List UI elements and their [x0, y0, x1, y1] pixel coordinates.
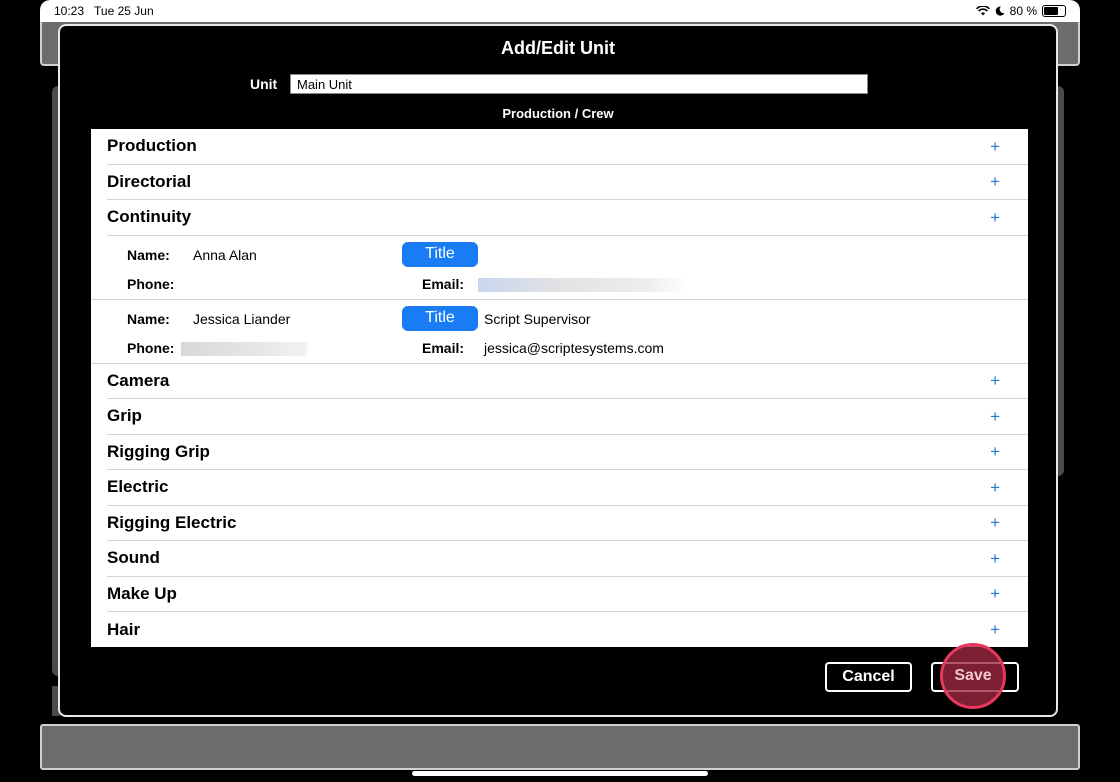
battery-icon: [1042, 5, 1066, 17]
member-name[interactable]: Anna Alan: [193, 247, 257, 263]
save-button-tap-indicator[interactable]: Save: [940, 643, 1006, 709]
cancel-button[interactable]: Cancel: [825, 662, 912, 692]
add-icon[interactable]: +: [990, 550, 1000, 567]
moon-icon: [995, 6, 1005, 16]
add-icon[interactable]: +: [990, 209, 1000, 226]
status-time: 10:23 Tue 25 Jun: [54, 4, 154, 18]
add-icon[interactable]: +: [990, 621, 1000, 638]
add-icon[interactable]: +: [990, 443, 1000, 460]
wifi-icon: [975, 6, 990, 16]
unit-label: Unit: [250, 76, 278, 92]
department-label: Continuity: [107, 207, 192, 227]
department-row-electric[interactable]: Electric +: [107, 470, 1028, 506]
department-row-rigging-electric[interactable]: Rigging Electric +: [107, 506, 1028, 541]
department-row-continuity[interactable]: Continuity +: [107, 200, 1028, 236]
unit-name-input[interactable]: [290, 74, 868, 94]
department-label: Production: [107, 136, 197, 156]
crew-member-row[interactable]: Name: Jessica Liander Title Script Super…: [91, 300, 1028, 364]
phone-label: Phone:: [127, 339, 175, 356]
battery-level: [1044, 7, 1059, 15]
name-label: Name:: [127, 310, 170, 327]
add-icon[interactable]: +: [990, 408, 1000, 425]
email-label: Email:: [422, 275, 465, 292]
add-icon[interactable]: +: [990, 173, 1000, 190]
department-row-camera[interactable]: Camera +: [107, 364, 1028, 399]
department-row-make-up[interactable]: Make Up +: [107, 577, 1028, 612]
add-icon[interactable]: +: [990, 585, 1000, 602]
department-label: Electric: [107, 477, 169, 497]
redacted-email: [478, 277, 688, 292]
email-label: Email:: [422, 339, 465, 356]
add-icon[interactable]: +: [990, 138, 1000, 155]
status-indicators: 80 %: [975, 4, 1066, 18]
title-button[interactable]: Title: [402, 305, 478, 331]
member-name[interactable]: Jessica Liander: [193, 311, 290, 327]
name-label: Name:: [127, 246, 170, 263]
department-label: Sound: [107, 548, 160, 568]
department-label: Rigging Electric: [107, 512, 237, 532]
background-bottom-bar: [40, 724, 1080, 770]
department-list: Production + Directorial + Continuity + …: [91, 129, 1028, 647]
department-row-rigging-grip[interactable]: Rigging Grip +: [107, 435, 1028, 470]
department-label: Hair: [107, 619, 141, 639]
department-row-grip[interactable]: Grip +: [107, 399, 1028, 435]
department-label: Grip: [107, 406, 142, 426]
add-icon[interactable]: +: [990, 479, 1000, 496]
redacted-phone: [181, 341, 307, 356]
section-heading: Production / Crew: [502, 106, 614, 121]
department-row-hair[interactable]: Hair +: [107, 612, 1028, 647]
background-panel-edge-right: [1058, 86, 1064, 476]
department-row-sound[interactable]: Sound +: [107, 541, 1028, 577]
dialog-title: Add/Edit Unit: [501, 38, 615, 58]
department-label: Directorial: [107, 171, 192, 191]
department-label: Make Up: [107, 583, 177, 603]
home-indicator[interactable]: [412, 771, 708, 776]
department-label: Rigging Grip: [107, 441, 210, 461]
battery-percent: 80 %: [1009, 4, 1037, 18]
add-icon[interactable]: +: [990, 372, 1000, 389]
member-title[interactable]: Script Supervisor: [484, 311, 591, 327]
add-edit-unit-dialog: Add/Edit Unit Unit Production / Crew Pro…: [58, 24, 1058, 717]
department-label: Camera: [107, 370, 170, 390]
crew-member-row[interactable]: Name: Anna Alan Title Phone: Email:: [91, 236, 1028, 300]
department-row-production[interactable]: Production +: [107, 129, 1028, 165]
status-bar: 10:23 Tue 25 Jun 80 %: [40, 0, 1080, 22]
phone-label: Phone:: [127, 275, 175, 292]
department-row-directorial[interactable]: Directorial +: [107, 165, 1028, 200]
title-button[interactable]: Title: [402, 241, 478, 267]
member-email[interactable]: jessica@scriptesystems.com: [484, 340, 664, 356]
add-icon[interactable]: +: [990, 514, 1000, 531]
